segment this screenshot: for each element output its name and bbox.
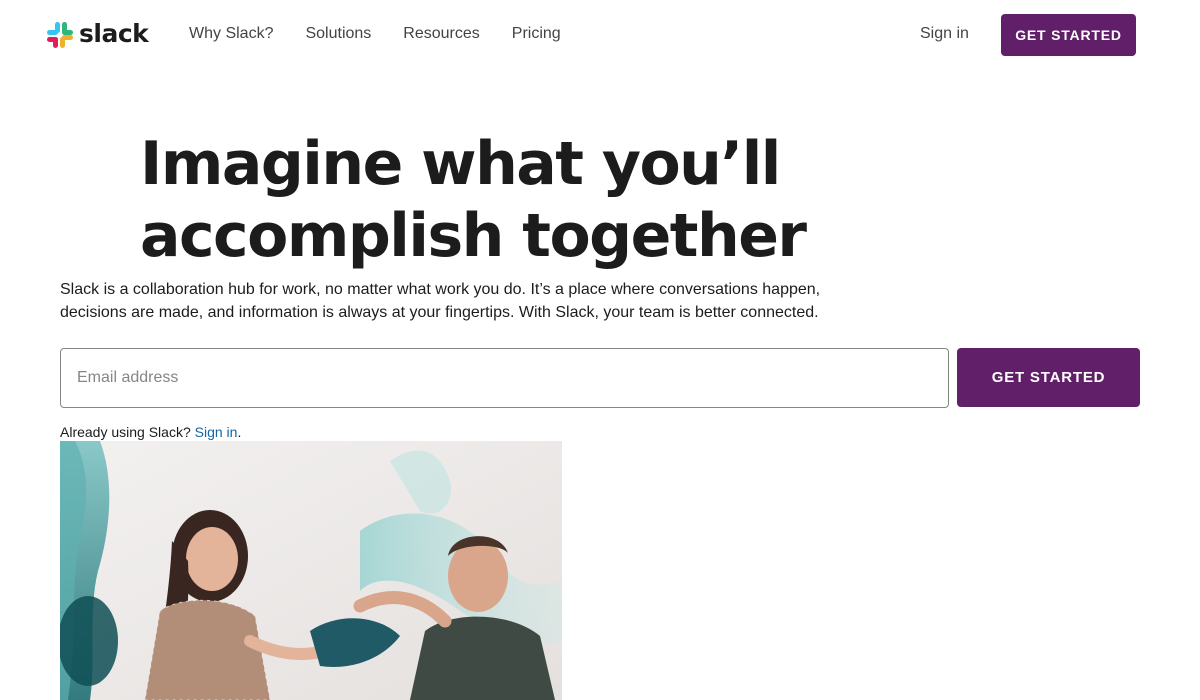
already-using-text: Already using Slack? Sign in. xyxy=(60,424,241,441)
logo-wordmark: slack xyxy=(79,18,149,48)
hero-photo xyxy=(60,441,562,700)
already-using-suffix: . xyxy=(237,424,242,440)
nav-why-slack[interactable]: Why Slack? xyxy=(189,24,273,44)
hero-photo-illustration xyxy=(60,441,562,700)
site-header: slack Why Slack? Solutions Resources Pri… xyxy=(0,0,1200,70)
slack-logo[interactable]: slack xyxy=(47,18,149,49)
nav-resources[interactable]: Resources xyxy=(403,24,479,44)
header-get-started-button[interactable]: GET STARTED xyxy=(1001,14,1136,56)
get-started-button[interactable]: GET STARTED xyxy=(957,348,1140,407)
email-input[interactable] xyxy=(60,348,949,408)
page: slack Why Slack? Solutions Resources Pri… xyxy=(0,0,1200,700)
nav-solutions[interactable]: Solutions xyxy=(305,24,371,44)
main-nav: Why Slack? Solutions Resources Pricing xyxy=(189,24,593,44)
already-using-prefix: Already using Slack? xyxy=(60,424,195,440)
sign-in-link[interactable]: Sign in xyxy=(195,424,238,440)
slack-logo-icon xyxy=(47,22,73,48)
hero-title: Imagine what you’ll accomplish together xyxy=(140,129,807,271)
nav-pricing[interactable]: Pricing xyxy=(512,24,561,44)
hero-subtitle: Slack is a collaboration hub for work, n… xyxy=(60,281,821,321)
header-sign-in-link[interactable]: Sign in xyxy=(920,24,969,44)
